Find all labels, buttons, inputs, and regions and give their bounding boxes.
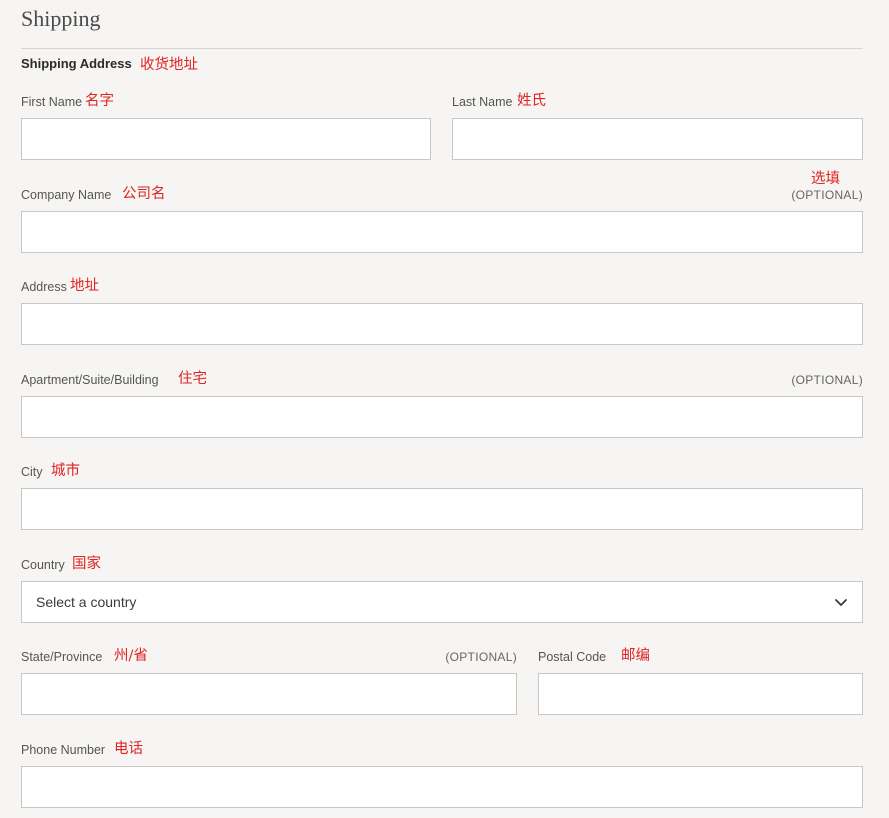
apartment-annotation: 住宅 [178, 371, 207, 387]
country-select[interactable]: Select a country [21, 581, 863, 623]
last-name-label: Last Name [452, 95, 513, 109]
last-name-input[interactable] [452, 118, 863, 160]
state-input[interactable] [21, 673, 517, 715]
city-annotation: 城市 [51, 463, 80, 479]
address-input[interactable] [21, 303, 863, 345]
company-name-annotation: 公司名 [122, 186, 166, 202]
section-divider [21, 48, 863, 49]
postal-code-annotation: 邮编 [621, 648, 650, 664]
section-title: Shipping [21, 6, 101, 31]
country-select-value: Select a country [36, 594, 137, 610]
company-name-optional-tag: (OPTIONAL) [791, 188, 863, 202]
last-name-annotation: 姓氏 [517, 93, 546, 109]
country-label: Country [21, 558, 65, 572]
company-name-input[interactable] [21, 211, 863, 253]
city-label: City [21, 465, 43, 479]
phone-number-input[interactable] [21, 766, 863, 808]
apartment-input[interactable] [21, 396, 863, 438]
first-name-label: First Name [21, 95, 83, 109]
city-input[interactable] [21, 488, 863, 530]
apartment-label: Apartment/Suite/Building [21, 373, 159, 387]
country-annotation: 国家 [72, 556, 101, 572]
phone-number-annotation: 电话 [114, 741, 143, 757]
postal-code-label: Postal Code [538, 650, 607, 664]
company-name-optional-annotation: 选填 [811, 171, 840, 187]
apartment-optional-tag: (OPTIONAL) [791, 373, 863, 387]
first-name-input[interactable] [21, 118, 431, 160]
section-subtitle-annotation: 收货地址 [140, 57, 198, 73]
state-optional-tag: (OPTIONAL) [445, 650, 517, 664]
section-subtitle: Shipping Address [21, 56, 132, 71]
address-annotation: 地址 [70, 278, 99, 294]
chevron-down-icon [835, 599, 847, 606]
postal-code-input[interactable] [538, 673, 863, 715]
first-name-annotation: 名字 [85, 93, 114, 109]
company-name-label: Company Name [21, 188, 112, 202]
phone-number-label: Phone Number [21, 743, 106, 757]
state-label: State/Province [21, 650, 103, 664]
address-label: Address [21, 280, 67, 294]
state-annotation: 州/省 [114, 648, 148, 664]
